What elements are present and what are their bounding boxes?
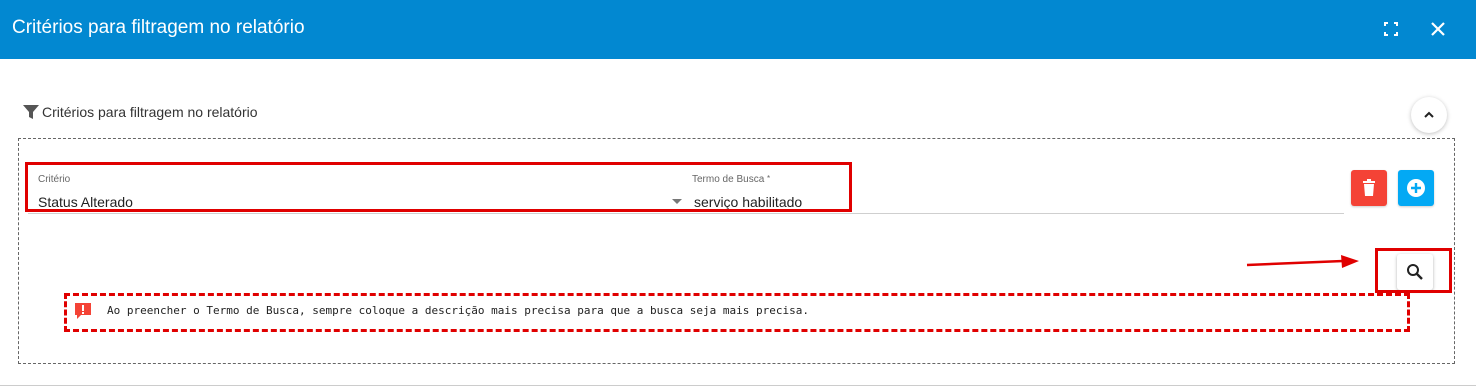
divider: [0, 385, 1476, 386]
note-text: Ao preencher o Termo de Busca, sempre co…: [107, 304, 809, 317]
close-button[interactable]: [1425, 16, 1451, 42]
fullscreen-icon: [1384, 22, 1398, 36]
collapse-button[interactable]: [1411, 97, 1447, 133]
section-title: Critérios para filtragem no relatório: [22, 103, 258, 121]
section-title-label: Critérios para filtragem no relatório: [42, 104, 258, 120]
dialog-title: Critérios para filtragem no relatório: [12, 17, 305, 38]
filter-icon: [23, 105, 39, 119]
close-icon: [1431, 22, 1445, 36]
annotation-highlight-fields: [25, 162, 852, 212]
field-underline: [28, 213, 1344, 214]
delete-criterion-button[interactable]: [1351, 170, 1387, 206]
annotation-highlight-search: [1375, 248, 1452, 293]
alert-message-icon: [75, 303, 91, 319]
plus-circle-icon: [1407, 179, 1425, 197]
trash-icon: [1363, 179, 1375, 196]
annotation-arrow: [1246, 255, 1359, 268]
add-criterion-button[interactable]: [1398, 170, 1434, 206]
dialog-header: Critérios para filtragem no relatório: [0, 0, 1476, 59]
chevron-up-icon: [1424, 111, 1434, 118]
fullscreen-button[interactable]: [1378, 16, 1404, 42]
